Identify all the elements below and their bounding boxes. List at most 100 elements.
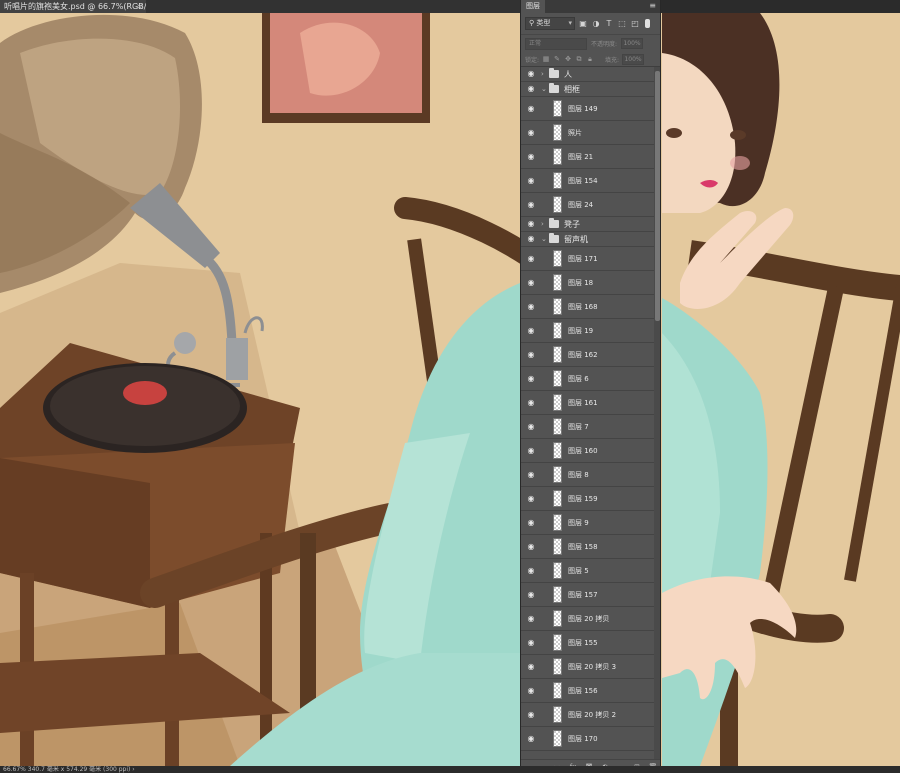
- layer-thumbnail: [553, 586, 562, 603]
- layer-row[interactable]: ◉ 图层 149: [521, 97, 654, 121]
- eye-icon[interactable]: ◉: [526, 128, 536, 137]
- layer-row[interactable]: ◉ 图层 19: [521, 319, 654, 343]
- layer-row[interactable]: ◉ 图层 6: [521, 367, 654, 391]
- layer-row[interactable]: ◉ 图层 158: [521, 535, 654, 559]
- tab-layers[interactable]: 图层: [521, 0, 545, 13]
- folder-icon: [549, 233, 559, 243]
- layer-group[interactable]: ◉ › 人: [521, 67, 654, 82]
- layer-group-name: 人: [564, 70, 572, 79]
- opacity-field[interactable]: 100%: [621, 38, 644, 49]
- layer-row[interactable]: ◉ 图层 154: [521, 169, 654, 193]
- filter-kind-label: 类型: [536, 19, 551, 27]
- lock-all-icon[interactable]: 🔒︎: [586, 55, 594, 63]
- chevron-right-icon[interactable]: ›: [541, 69, 544, 79]
- eye-icon[interactable]: ◉: [526, 152, 536, 161]
- layer-name: 图层 18: [568, 279, 594, 287]
- eye-icon[interactable]: ◉: [526, 85, 536, 93]
- eye-icon[interactable]: ◉: [526, 254, 536, 263]
- eye-icon[interactable]: ◉: [526, 176, 536, 185]
- chevron-down-icon[interactable]: ⌄: [541, 84, 547, 94]
- layer-group[interactable]: ◉ ⌄ 相框: [521, 82, 654, 97]
- layer-row[interactable]: ◉ 图层 5: [521, 559, 654, 583]
- layer-row[interactable]: ◉ 图层 161: [521, 391, 654, 415]
- eye-icon[interactable]: ◉: [526, 446, 536, 455]
- lock-transparent-icon[interactable]: ▦: [542, 55, 550, 63]
- folder-icon: [549, 68, 559, 78]
- layer-row[interactable]: ◉ 图层 155: [521, 631, 654, 655]
- lock-artboard-icon[interactable]: ⧉: [575, 55, 583, 63]
- eye-icon[interactable]: ◉: [526, 662, 536, 671]
- layer-thumbnail: [553, 466, 562, 483]
- fill-field[interactable]: 100%: [622, 53, 645, 65]
- layer-row[interactable]: ◉ 照片: [521, 121, 654, 145]
- eye-icon[interactable]: ◉: [526, 542, 536, 551]
- chevron-right-icon[interactable]: ›: [541, 219, 544, 229]
- eye-icon[interactable]: ◉: [526, 278, 536, 287]
- eye-icon[interactable]: ◉: [526, 200, 536, 209]
- document-tab[interactable]: 听唱片的旗袍美女.psd @ 66.7%(RGB/8) * ×: [0, 0, 146, 13]
- layer-name: 图层 171: [568, 255, 598, 263]
- layer-name: 图层 159: [568, 495, 598, 503]
- layer-thumbnail: [553, 562, 562, 579]
- layer-group[interactable]: ◉ ⌄ 留声机: [521, 232, 654, 247]
- layer-row[interactable]: ◉ 图层 159: [521, 487, 654, 511]
- eye-icon[interactable]: ◉: [526, 422, 536, 431]
- layer-row[interactable]: ◉ 图层 170: [521, 727, 654, 751]
- layer-row[interactable]: ◉ 图层 8: [521, 463, 654, 487]
- blend-mode-select[interactable]: 正常: [525, 37, 587, 50]
- image-filter-icon[interactable]: ▣: [578, 19, 588, 29]
- adjustment-filter-icon[interactable]: ◑: [591, 19, 601, 29]
- document-canvas[interactable]: [0, 13, 900, 766]
- layer-row[interactable]: ◉ 图层 24: [521, 193, 654, 217]
- layer-row[interactable]: ◉ 图层 171: [521, 247, 654, 271]
- eye-icon[interactable]: ◉: [526, 104, 536, 113]
- filter-toggle[interactable]: [645, 19, 650, 28]
- eye-icon[interactable]: ◉: [526, 566, 536, 575]
- layer-thumbnail: [553, 298, 562, 315]
- eye-icon[interactable]: ◉: [526, 70, 536, 78]
- layer-row[interactable]: ◉ 图层 160: [521, 439, 654, 463]
- eye-icon[interactable]: ◉: [526, 350, 536, 359]
- layer-row[interactable]: ◉ 图层 157: [521, 583, 654, 607]
- eye-icon[interactable]: ◉: [526, 518, 536, 527]
- type-filter-icon[interactable]: T: [604, 19, 614, 29]
- eye-icon[interactable]: ◉: [526, 398, 536, 407]
- layer-row[interactable]: ◉ 图层 156: [521, 679, 654, 703]
- scrollbar-thumb[interactable]: [655, 71, 660, 321]
- eye-icon[interactable]: ◉: [526, 614, 536, 623]
- layer-row[interactable]: ◉ 图层 162: [521, 343, 654, 367]
- eye-icon[interactable]: ◉: [526, 302, 536, 311]
- layer-row[interactable]: ◉ 图层 20 拷贝: [521, 607, 654, 631]
- layer-thumbnail: [553, 658, 562, 675]
- chevron-down-icon: ▾: [568, 19, 572, 27]
- layer-list-scrollbar[interactable]: [654, 67, 660, 759]
- eye-icon[interactable]: ◉: [526, 220, 536, 228]
- eye-icon[interactable]: ◉: [526, 590, 536, 599]
- layer-row[interactable]: ◉ 图层 20 拷贝 2: [521, 703, 654, 727]
- eye-icon[interactable]: ◉: [526, 638, 536, 647]
- layer-row[interactable]: ◉ 图层 9: [521, 511, 654, 535]
- layer-row[interactable]: ◉ 图层 20 拷贝 3: [521, 655, 654, 679]
- eye-icon[interactable]: ◉: [526, 494, 536, 503]
- layer-row[interactable]: ◉ 图层 7: [521, 415, 654, 439]
- layer-row[interactable]: ◉ 图层 18: [521, 271, 654, 295]
- eye-icon[interactable]: ◉: [526, 326, 536, 335]
- eye-icon[interactable]: ◉: [526, 470, 536, 479]
- eye-icon[interactable]: ◉: [526, 710, 536, 719]
- filter-kind-select[interactable]: ⚲ 类型 ▾: [525, 17, 575, 30]
- eye-icon[interactable]: ◉: [526, 686, 536, 695]
- lock-move-icon[interactable]: ✥: [564, 55, 572, 63]
- close-icon[interactable]: ×: [136, 0, 143, 13]
- shape-filter-icon[interactable]: ⬚: [617, 19, 627, 29]
- smart-object-filter-icon[interactable]: ◰: [630, 19, 640, 29]
- eye-icon[interactable]: ◉: [526, 235, 536, 243]
- eye-icon[interactable]: ◉: [526, 734, 536, 743]
- layer-row[interactable]: ◉ 图层 168: [521, 295, 654, 319]
- layer-row[interactable]: ◉ 图层 21: [521, 145, 654, 169]
- eye-icon[interactable]: ◉: [526, 374, 536, 383]
- chevron-down-icon[interactable]: ⌄: [541, 234, 547, 244]
- layer-group[interactable]: ◉ › 凳子: [521, 217, 654, 232]
- panel-menu-icon[interactable]: ≡: [649, 1, 656, 10]
- layer-thumbnail: [553, 418, 562, 435]
- lock-brush-icon[interactable]: ✎: [553, 55, 561, 63]
